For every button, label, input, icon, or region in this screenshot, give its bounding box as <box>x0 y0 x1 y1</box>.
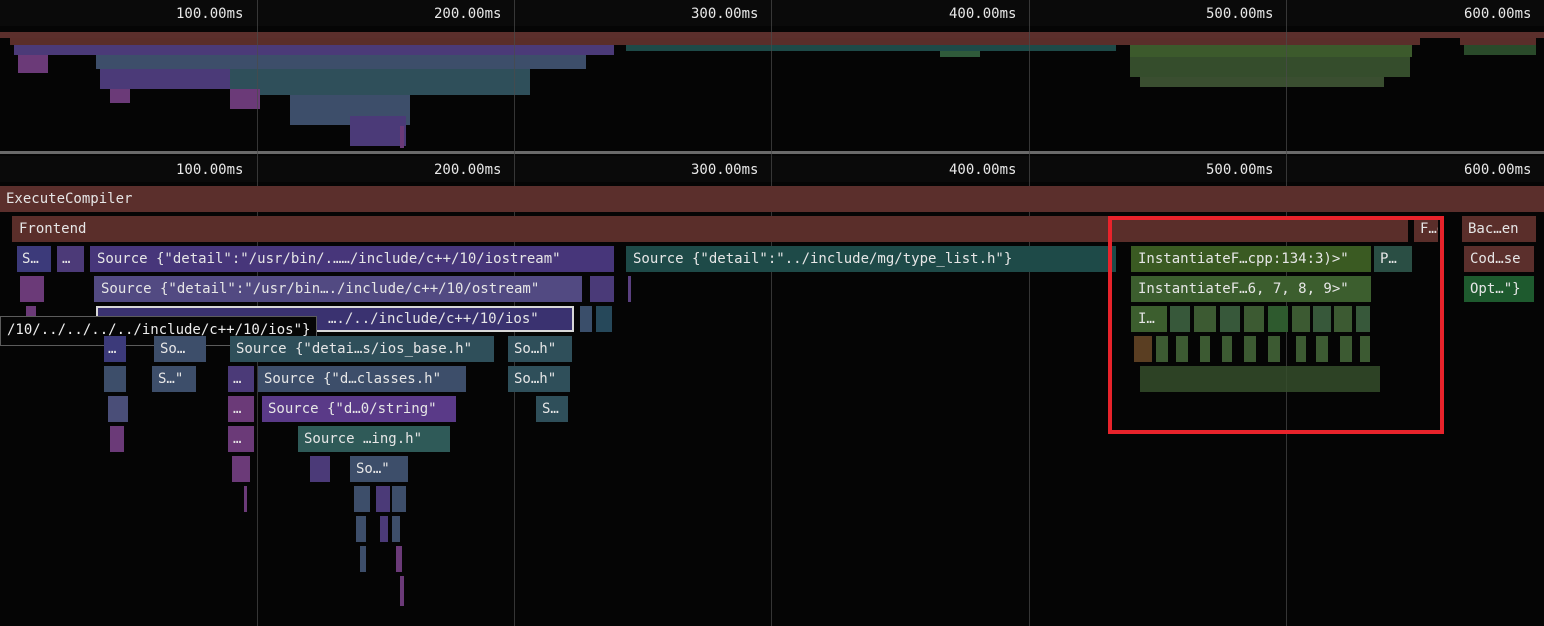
frame-ellipsis[interactable]: … <box>228 426 254 452</box>
main-time-ruler[interactable]: 100.00ms 200.00ms 300.00ms 400.00ms 500.… <box>0 156 1544 182</box>
frame-sliver[interactable] <box>392 516 400 542</box>
frame-source-ios-base[interactable]: Source {"detai…s/ios_base.h" <box>230 336 494 362</box>
overview-minimap[interactable] <box>0 26 1544 151</box>
ruler-tick-100: 100.00ms <box>176 162 244 178</box>
frame-sliver[interactable] <box>232 456 250 482</box>
frame-sliver[interactable] <box>590 276 614 302</box>
ruler-tick-400: 400.00ms <box>949 6 1017 22</box>
ruler-tick-600: 600.00ms <box>1464 162 1532 178</box>
overview-bar <box>1130 45 1412 57</box>
overview-bar <box>18 55 48 73</box>
overview-bar <box>230 89 260 109</box>
overview-bar <box>230 69 530 95</box>
frame-sliver[interactable] <box>244 486 247 512</box>
frame-sliver[interactable] <box>400 576 404 606</box>
frame-sliver[interactable] <box>380 516 388 542</box>
frame-source-iostream[interactable]: Source {"detail":"/usr/bin/.……/include/c… <box>90 246 614 272</box>
frame-sliver[interactable] <box>110 426 124 452</box>
frame-source-short[interactable]: S… <box>536 396 568 422</box>
overview-bar <box>940 51 980 57</box>
frame-sliver[interactable] <box>108 396 128 422</box>
ruler-tick-100: 100.00ms <box>176 6 244 22</box>
overview-time-ruler[interactable]: 100.00ms 200.00ms 300.00ms 400.00ms 500.… <box>0 0 1544 26</box>
grid-line <box>771 0 772 626</box>
ruler-tick-300: 300.00ms <box>691 6 759 22</box>
frame-source-string[interactable]: Source {"d…0/string" <box>262 396 456 422</box>
overview-bar <box>10 38 1420 45</box>
frame-source-ing[interactable]: Source …ing.h" <box>298 426 450 452</box>
frame-sliver[interactable] <box>392 486 406 512</box>
overview-bar <box>400 126 404 148</box>
frame-source-short[interactable]: S…" <box>152 366 196 392</box>
frame-backend[interactable]: Bac…en <box>1462 216 1536 242</box>
frame-sliver[interactable] <box>20 276 44 302</box>
ruler-tick-600: 600.00ms <box>1464 6 1532 22</box>
overview-bar <box>1460 38 1536 45</box>
frame-source-ostream[interactable]: Source {"detail":"/usr/bin…./include/c++… <box>94 276 582 302</box>
ruler-tick-400: 400.00ms <box>949 162 1017 178</box>
overview-bar <box>96 55 586 69</box>
ruler-tick-300: 300.00ms <box>691 162 759 178</box>
ruler-tick-500: 500.00ms <box>1206 162 1274 178</box>
ruler-tick-500: 500.00ms <box>1206 6 1274 22</box>
frame-sliver[interactable] <box>376 486 390 512</box>
frame-source-short[interactable]: So…" <box>350 456 408 482</box>
overview-bar <box>110 89 130 103</box>
frame-source-classes[interactable]: Source {"d…classes.h" <box>258 366 466 392</box>
overview-bar <box>1130 57 1410 77</box>
frame-source-short-h[interactable]: So…h" <box>508 336 572 362</box>
frame-sliver[interactable] <box>628 276 631 302</box>
frame-sliver[interactable] <box>396 546 402 572</box>
frame-sliver[interactable] <box>310 456 330 482</box>
frame-source-type-list[interactable]: Source {"detail":"../include/mg/type_lis… <box>626 246 1116 272</box>
frame-codegen[interactable]: Cod…se <box>1464 246 1534 272</box>
panel-splitter[interactable] <box>0 151 1544 154</box>
overview-bar <box>626 45 1116 51</box>
frame-ellipsis[interactable]: … <box>228 396 254 422</box>
frame-sliver[interactable] <box>104 366 126 392</box>
frame-sliver[interactable] <box>580 306 592 332</box>
frame-source-short[interactable]: So… <box>154 336 206 362</box>
frame-ellipsis[interactable]: … <box>57 246 84 272</box>
overview-bar <box>14 45 614 55</box>
overview-bar <box>1464 45 1536 55</box>
ruler-tick-200: 200.00ms <box>434 6 502 22</box>
highlight-annotation-box <box>1108 216 1444 434</box>
frame-ellipsis[interactable]: … <box>228 366 254 392</box>
frame-optimizer[interactable]: Opt…"} <box>1464 276 1534 302</box>
ruler-tick-200: 200.00ms <box>434 162 502 178</box>
frame-source-short[interactable]: S… <box>17 246 51 272</box>
frame-execute-compiler[interactable]: ExecuteCompiler <box>0 186 1544 212</box>
frame-ellipsis[interactable]: … <box>104 336 126 362</box>
overview-bar <box>350 116 406 146</box>
frame-sliver[interactable] <box>596 306 612 332</box>
frame-sliver[interactable] <box>356 516 366 542</box>
grid-line <box>1029 0 1030 626</box>
overview-bar <box>1140 77 1384 87</box>
frame-sliver[interactable] <box>354 486 370 512</box>
frame-sliver[interactable] <box>360 546 366 572</box>
frame-source-short-h[interactable]: So…h" <box>508 366 570 392</box>
